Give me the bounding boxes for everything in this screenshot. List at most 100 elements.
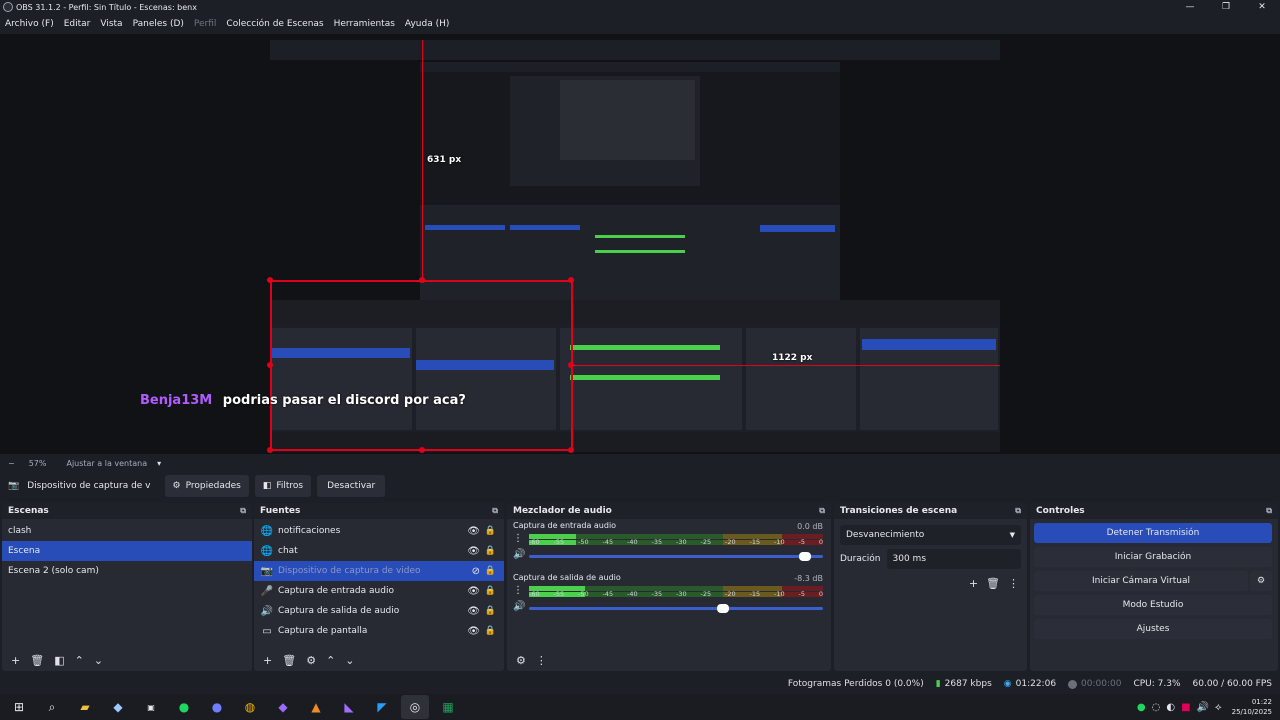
source-item[interactable]: 🌐 notificaciones 👁 🔒 <box>254 521 504 541</box>
add-icon[interactable]: + <box>263 654 272 667</box>
eye-hidden-icon[interactable]: ⊘ <box>472 566 480 577</box>
zoom-out-button[interactable]: − <box>8 459 15 468</box>
undock-icon[interactable]: ⧉ <box>1266 506 1272 516</box>
volume-icon[interactable]: 🔊 <box>1197 702 1209 713</box>
eye-icon[interactable]: 👁 <box>467 546 480 557</box>
virtual-cam-settings-button[interactable]: ⚙ <box>1250 571 1272 591</box>
lock-icon[interactable]: 🔒 <box>485 626 496 636</box>
eye-icon[interactable]: 👁 <box>467 526 480 537</box>
move-up-icon[interactable]: ⌃ <box>326 654 335 667</box>
move-up-icon[interactable]: ⌃ <box>75 654 84 667</box>
maximize-button[interactable]: ❐ <box>1208 0 1244 14</box>
volume-slider[interactable] <box>529 604 823 613</box>
speaker-icon[interactable]: 🔊 <box>513 549 525 560</box>
eye-icon[interactable]: 👁 <box>467 606 480 617</box>
trash-icon[interactable]: 🗑 <box>986 577 1000 590</box>
menu-herramientas[interactable]: Herramientas <box>329 19 400 29</box>
zoom-dropdown-icon[interactable]: ▾ <box>157 459 161 468</box>
source-item[interactable]: ▭ Captura de pantalla 👁 🔒 <box>254 621 504 641</box>
app-tray-icon[interactable]: ◐ <box>1166 702 1175 713</box>
lock-icon[interactable]: 🔒 <box>485 546 496 556</box>
clock[interactable]: 01:22 25/10/2025 <box>1232 697 1272 717</box>
resize-handle[interactable] <box>568 447 574 453</box>
spotify-tray-icon[interactable]: ● <box>1137 702 1146 713</box>
lock-icon[interactable]: 🔒 <box>485 586 496 596</box>
spotify-icon[interactable]: ● <box>170 695 198 719</box>
volume-slider[interactable] <box>529 552 823 561</box>
steam-tray-icon[interactable]: ◌ <box>1152 702 1161 713</box>
eye-icon[interactable]: 👁 <box>467 586 480 597</box>
resize-handle[interactable] <box>267 447 273 453</box>
source-item-selected[interactable]: 📷 Dispositivo de captura de video ⊘ 🔒 <box>254 561 504 581</box>
stop-stream-button[interactable]: Detener Transmisión <box>1034 523 1272 543</box>
menu-ayuda[interactable]: Ayuda (H) <box>400 19 454 29</box>
menu-icon[interactable]: ⋮ <box>1008 577 1019 590</box>
filters-button[interactable]: ◧ Filtros <box>254 475 312 497</box>
start-virtual-cam-button[interactable]: Iniciar Cámara Virtual <box>1034 571 1248 591</box>
speaker-icon[interactable]: 🔊 <box>513 601 525 612</box>
app-tray-icon[interactable]: ■ <box>1181 702 1190 713</box>
windows-start-icon[interactable]: ⊞ <box>5 695 33 719</box>
file-explorer-icon[interactable]: ▰ <box>71 695 99 719</box>
network-icon[interactable]: ⟡ <box>1215 702 1222 713</box>
scene-item-selected[interactable]: Escena <box>2 541 252 561</box>
resize-handle[interactable] <box>568 277 574 283</box>
gear-icon[interactable]: ⚙ <box>306 654 316 667</box>
preview-canvas[interactable] <box>270 40 1000 452</box>
resize-handle[interactable] <box>568 362 574 368</box>
steam-icon[interactable]: ◆ <box>104 695 132 719</box>
duration-input[interactable]: 300 ms <box>886 549 1021 569</box>
undock-icon[interactable]: ⧉ <box>1015 506 1021 516</box>
lock-icon[interactable]: 🔒 <box>485 566 496 576</box>
slider-knob[interactable] <box>716 604 729 613</box>
visual-studio-icon[interactable]: ◣ <box>335 695 363 719</box>
settings-button[interactable]: Ajustes <box>1034 619 1272 639</box>
fl-studio-icon[interactable]: ▲ <box>302 695 330 719</box>
filter-icon[interactable]: ◧ <box>54 654 64 667</box>
epic-games-icon[interactable]: ▣ <box>137 695 165 719</box>
undock-icon[interactable]: ⧉ <box>240 506 246 516</box>
resize-handle[interactable] <box>419 447 425 453</box>
discord-icon[interactable]: ● <box>203 695 231 719</box>
scene-item[interactable]: Escena 2 (solo cam) <box>2 561 252 581</box>
app-icon[interactable]: ◆ <box>269 695 297 719</box>
menu-icon[interactable]: ⋮ <box>536 654 547 667</box>
start-recording-button[interactable]: Iniciar Grabación <box>1034 547 1272 567</box>
lock-icon[interactable]: 🔒 <box>485 526 496 536</box>
undock-icon[interactable]: ⧉ <box>492 506 498 516</box>
add-icon[interactable]: + <box>11 654 20 667</box>
studio-mode-button[interactable]: Modo Estudio <box>1034 595 1272 615</box>
source-item[interactable]: 🌐 chat 👁 🔒 <box>254 541 504 561</box>
resize-handle[interactable] <box>267 362 273 368</box>
eye-icon[interactable]: 👁 <box>467 626 480 637</box>
properties-button[interactable]: ⚙ Propiedades <box>164 475 249 497</box>
menu-vista[interactable]: Vista <box>95 19 127 29</box>
scene-item[interactable]: clash <box>2 521 252 541</box>
source-item[interactable]: 🎤 Captura de entrada audio 👁 🔒 <box>254 581 504 601</box>
menu-archivo[interactable]: Archivo (F) <box>0 19 59 29</box>
search-icon[interactable]: ⌕ <box>38 695 66 719</box>
resize-handle[interactable] <box>267 277 273 283</box>
move-down-icon[interactable]: ⌄ <box>345 654 354 667</box>
add-icon[interactable]: + <box>969 577 978 590</box>
undock-icon[interactable]: ⧉ <box>819 506 825 516</box>
vscode-icon[interactable]: ◤ <box>368 695 396 719</box>
menu-coleccion-escenas[interactable]: Colección de Escenas <box>221 19 328 29</box>
trash-icon[interactable]: 🗑 <box>30 654 44 667</box>
trash-icon[interactable]: 🗑 <box>282 654 296 667</box>
resize-handle[interactable] <box>419 277 425 283</box>
close-button[interactable]: ✕ <box>1244 0 1280 14</box>
deactivate-button[interactable]: Desactivar <box>317 475 386 497</box>
transition-select[interactable]: Desvanecimiento ▼ <box>840 525 1021 545</box>
slider-knob[interactable] <box>799 552 812 561</box>
minimize-button[interactable]: — <box>1172 0 1208 14</box>
menu-editar[interactable]: Editar <box>59 19 96 29</box>
fit-to-window-label[interactable]: Ajustar a la ventana <box>66 459 147 468</box>
obs-icon[interactable]: ◎ <box>401 695 429 719</box>
menu-paneles[interactable]: Paneles (D) <box>128 19 189 29</box>
channel-menu-icon[interactable]: ⋮ <box>513 533 523 544</box>
move-down-icon[interactable]: ⌄ <box>94 654 103 667</box>
gear-icon[interactable]: ⚙ <box>516 654 526 667</box>
channel-menu-icon[interactable]: ⋮ <box>513 585 523 596</box>
chrome-icon[interactable]: ◍ <box>236 695 264 719</box>
